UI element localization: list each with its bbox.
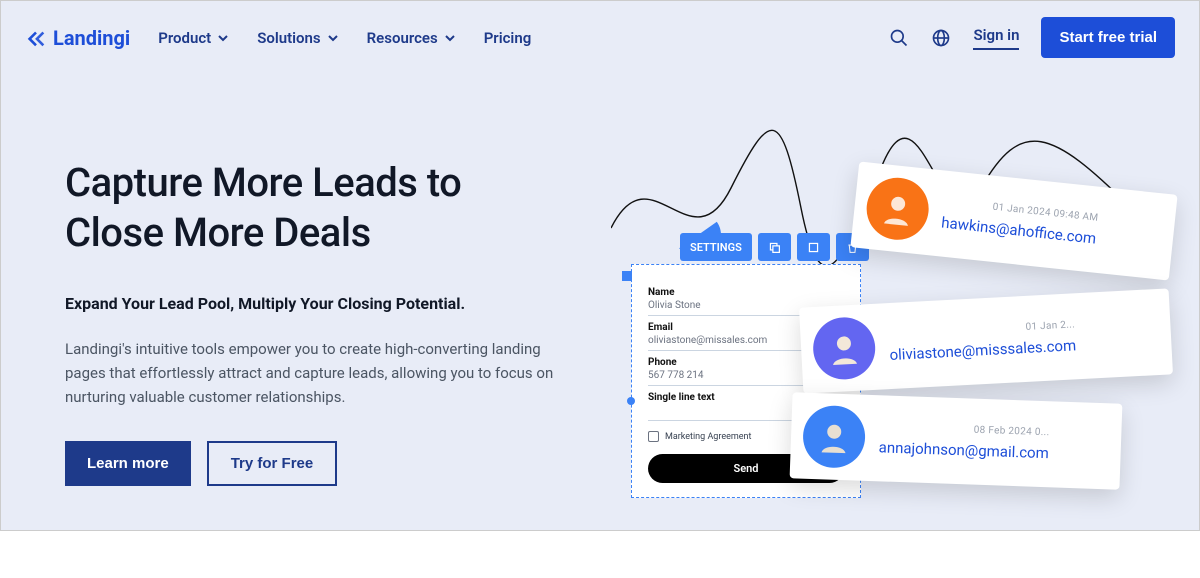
resize-handle[interactable]: [627, 397, 635, 405]
top-nav: Landingi Product Solutions Resources Pri…: [1, 1, 1199, 58]
agreement-label: Marketing Agreement: [665, 432, 751, 442]
logo-icon: [25, 27, 47, 49]
hero-illustration: SETTINGS Name Olivia Stone Email olivias…: [601, 108, 1181, 578]
lead-timestamp: 01 Jan 2...: [1025, 319, 1075, 333]
globe-icon[interactable]: [931, 28, 951, 48]
signin-link[interactable]: Sign in: [973, 26, 1019, 50]
person-icon: [815, 418, 852, 455]
hero-body: Landingi's intuitive tools empower you t…: [65, 337, 585, 409]
nav-items: Product Solutions Resources Pricing: [158, 29, 531, 47]
avatar: [864, 175, 932, 243]
settings-button[interactable]: SETTINGS: [680, 233, 752, 261]
search-icon[interactable]: [889, 28, 909, 48]
avatar: [812, 316, 877, 381]
nav-pricing-label: Pricing: [484, 29, 532, 47]
nav-product[interactable]: Product: [158, 29, 229, 47]
chevron-down-icon: [327, 32, 339, 44]
hero-title-line2: Close More Deals: [65, 209, 371, 256]
lead-card: 01 Jan 2024 09:48 AM hawkins@ahoffice.co…: [850, 162, 1177, 281]
copy-icon: [807, 241, 820, 254]
nav-solutions-label: Solutions: [257, 29, 320, 47]
nav-product-label: Product: [158, 29, 211, 47]
hero-copy: Capture More Leads to Close More Deals E…: [65, 108, 605, 486]
brand-name: Landingi: [53, 26, 130, 50]
duplicate-icon: [768, 241, 781, 254]
hero-title: Capture More Leads to Close More Deals: [65, 158, 605, 258]
hero-section: Capture More Leads to Close More Deals E…: [1, 58, 1199, 486]
editor-toolbar: SETTINGS: [680, 233, 869, 261]
nav-solutions[interactable]: Solutions: [257, 29, 338, 47]
duplicate-button[interactable]: [758, 233, 791, 261]
brand-logo[interactable]: Landingi: [25, 26, 130, 50]
hero-ctas: Learn more Try for Free: [65, 441, 605, 486]
learn-more-button[interactable]: Learn more: [65, 441, 191, 486]
nav-resources-label: Resources: [367, 29, 438, 47]
person-icon: [825, 330, 863, 368]
hero-subtitle: Expand Your Lead Pool, Multiply Your Clo…: [65, 294, 605, 313]
nav-resources[interactable]: Resources: [367, 29, 456, 47]
lead-email: oliviastone@misssales.com: [889, 336, 1076, 364]
chevron-down-icon: [444, 32, 456, 44]
lead-email: annajohnson@gmail.com: [878, 438, 1049, 462]
avatar: [802, 405, 866, 469]
lead-card: 08 Feb 2024 0... annajohnson@gmail.com: [790, 392, 1123, 489]
start-free-trial-button[interactable]: Start free trial: [1041, 17, 1175, 58]
person-icon: [878, 189, 918, 229]
copy-button[interactable]: [797, 233, 830, 261]
lead-timestamp: 08 Feb 2024 0...: [974, 424, 1050, 438]
hero-title-line1: Capture More Leads to: [65, 159, 461, 206]
checkbox-icon: [648, 431, 659, 442]
lead-card: 01 Jan 2... oliviastone@misssales.com: [799, 288, 1173, 393]
nav-pricing[interactable]: Pricing: [484, 29, 532, 47]
name-label: Name: [648, 287, 844, 298]
try-for-free-button[interactable]: Try for Free: [207, 441, 338, 486]
nav-right: Sign in Start free trial: [889, 17, 1175, 58]
chevron-down-icon: [217, 32, 229, 44]
